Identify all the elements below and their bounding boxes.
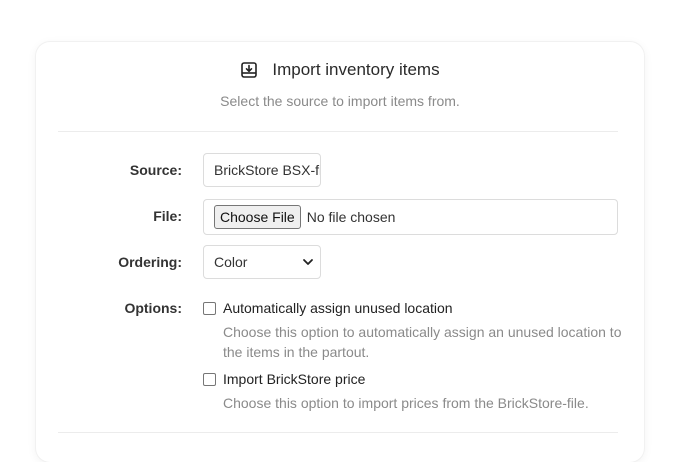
card-header: Import inventory items <box>36 60 644 80</box>
file-input[interactable]: Choose File No file chosen <box>203 199 618 235</box>
source-label: Source: <box>129 162 182 178</box>
option-auto-location: Automatically assign unused location Cho… <box>203 300 623 362</box>
options-label: Options: <box>124 300 182 316</box>
file-label: File: <box>153 208 182 224</box>
chevron-down-icon <box>296 258 320 266</box>
import-card: Import inventory items Select the source… <box>36 42 644 462</box>
ordering-select[interactable]: Color <box>203 245 321 279</box>
ordering-label: Ordering: <box>118 254 182 270</box>
auto-location-label[interactable]: Automatically assign unused location <box>223 300 453 316</box>
divider <box>58 131 618 132</box>
file-status: No file chosen <box>306 209 396 225</box>
import-price-checkbox[interactable] <box>203 372 216 386</box>
import-price-label[interactable]: Import BrickStore price <box>223 371 365 387</box>
option-import-price: Import BrickStore price Choose this opti… <box>203 371 623 413</box>
auto-location-help: Choose this option to automatically assi… <box>223 324 622 360</box>
choose-file-button[interactable]: Choose File <box>214 205 301 229</box>
source-select-value: BrickStore BSX-file <box>214 162 320 178</box>
divider <box>58 432 618 433</box>
source-select[interactable]: BrickStore BSX-file <box>203 153 321 187</box>
ordering-select-value: Color <box>214 254 248 270</box>
page-title: Import inventory items <box>272 60 440 79</box>
import-tray-icon <box>240 61 258 79</box>
auto-location-checkbox[interactable] <box>203 301 216 315</box>
page-subtitle: Select the source to import items from. <box>220 93 460 109</box>
import-price-help: Choose this option to import prices from… <box>223 395 589 411</box>
